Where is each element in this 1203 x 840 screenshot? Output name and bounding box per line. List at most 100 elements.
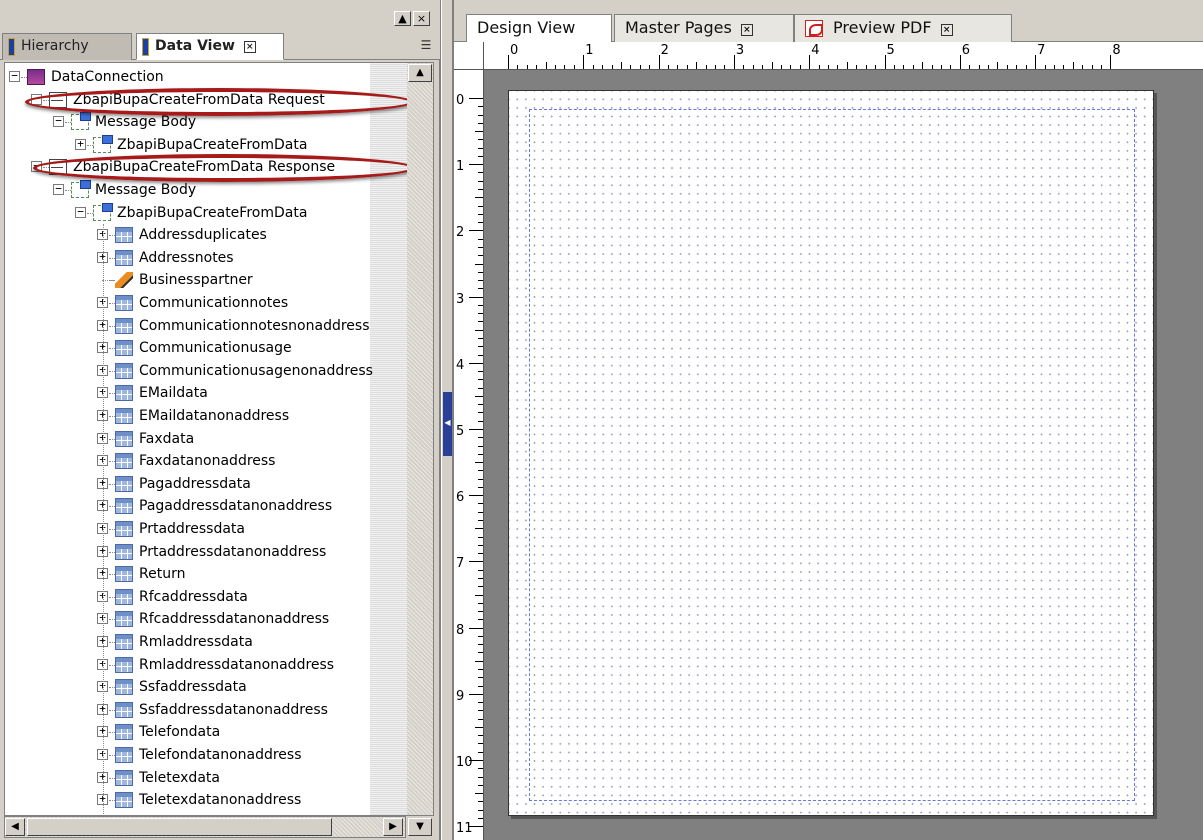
tree-item[interactable]: + Rfcaddressdata [5,586,405,608]
table-icon [115,295,133,311]
table-icon [115,521,133,537]
ruler-v-label: 2 [456,225,465,241]
tree-item[interactable]: + Rmladdressdatanonaddress [5,654,405,676]
scroll-up-button[interactable]: ▲ [408,64,432,82]
tab-master-pages[interactable]: Master Pages × [614,14,794,42]
ruler-h-label: 7 [1037,43,1046,58]
tree-item[interactable]: + Faxdata [5,428,405,450]
tree-item[interactable]: + Ssfaddressdata [5,676,405,698]
tab-master-pages-close-icon[interactable]: × [740,24,753,36]
table-icon [115,249,133,266]
tab-preview-pdf-close-icon[interactable]: × [940,24,953,36]
tree-node-label: EMaildatanonaddress [139,408,290,424]
tree-item[interactable]: + Prtaddressdata [5,518,405,540]
collapse-icon[interactable]: − [53,115,64,128]
tree-node-label: Rfcaddressdata [139,588,248,605]
tree-node-label: Teletexdata [139,769,220,786]
tree-node-label: Rfcaddressdatanonaddress [139,611,330,628]
tab-hierarchy[interactable]: Hierarchy [2,33,132,60]
table-icon [115,385,133,402]
tree-item[interactable]: + Addressduplicates [5,224,405,246]
tree-item[interactable]: + Communicationnotesnonaddress [5,315,405,337]
tree-item[interactable]: + Prtaddressdatanonaddress [5,541,405,563]
tree-item[interactable]: + Return [5,563,405,585]
vertical-ruler: 0 1 2 3 4 5 6 7 8 9 10 11 [454,70,484,840]
data-group-icon [93,202,113,221]
ruler-v-label: 4 [456,357,465,373]
tree-node-label: Telexdata [139,812,206,816]
splitter-collapse-handle[interactable]: ◀ [443,392,452,456]
tree-item[interactable]: + Telefondatanonaddress [5,744,405,766]
scroll-right-button[interactable]: ▶ [383,818,403,836]
tree-node-label: Addressduplicates [139,227,267,244]
ruler-h-label: 5 [886,43,895,58]
tree-vertical-scrollbar[interactable]: ▲ [407,63,433,815]
panel-close-button[interactable]: × [413,11,430,26]
collapse-icon[interactable]: − [75,206,86,218]
horizontal-scroll-thumb[interactable] [27,818,332,836]
tree-item[interactable]: + Rfcaddressdatanonaddress [5,608,405,630]
ruler-v-label: 10 [456,755,473,770]
panel-minimize-button[interactable]: ▲ [394,11,411,26]
tree-item[interactable]: + Teletexdata [5,767,405,789]
table-icon [115,634,133,650]
tree-node-label: EMaildata [139,385,208,402]
tree-node-response-child[interactable]: − ZbapiBupaCreateFromData [5,202,405,224]
table-icon [115,792,133,809]
tree-node-label: Prtaddressdata [139,521,245,537]
expand-icon[interactable]: + [75,138,86,150]
tree-node-label: Rmladdressdatanonaddress [139,656,335,673]
document-tab-strip: Design View Master Pages × Preview PDF × [454,0,1203,42]
ruler-h-label: 1 [585,43,594,58]
tree-node-data-connection[interactable]: − DataConnection [5,66,405,88]
table-icon [115,408,133,424]
page-content-area[interactable] [529,109,1135,801]
tab-data-view[interactable]: Data View × [136,33,284,60]
tree-item[interactable]: + Communicationusagenonaddress [5,360,405,382]
tree-node-label: Ssfaddressdata [139,679,247,696]
tree-item[interactable]: Businesspartner [5,269,405,291]
tree-node-label: Communicationusage [139,340,292,357]
tree-item[interactable]: + Ssfaddressdatanonaddress [5,699,405,721]
table-icon [115,588,133,605]
data-view-panel: ▲ × Hierarchy Data View × ☰ − DataConnect… [0,0,440,840]
tree-horizontal-scrollbar[interactable]: ◀ ▶ [4,816,406,838]
panel-splitter[interactable]: ◀ [441,0,453,840]
tree-item[interactable]: + Pagaddressdatanonaddress [5,495,405,517]
tree-node-request-child[interactable]: + ZbapiBupaCreateFromData [5,134,405,156]
tree-item[interactable]: + EMaildatanonaddress [5,405,405,427]
collapse-icon[interactable]: − [9,70,20,82]
tree-node-response-body[interactable]: − Message Body [5,179,405,201]
tree-node-label: Faxdatanonaddress [139,453,276,470]
tree-item[interactable]: + Pagaddressdata [5,473,405,495]
tree-node-label: Communicationusagenonaddress [139,362,373,379]
tree-node-label: Prtaddressdatanonaddress [139,543,327,560]
tree-item[interactable]: + Addressnotes [5,247,405,269]
tab-data-view-close-icon[interactable]: × [243,41,256,53]
ruler-h-label: 4 [811,43,820,58]
tab-hierarchy-label: Hierarchy [21,38,89,54]
tree-item[interactable]: + Teletexdatanonaddress [5,789,405,811]
table-icon [115,656,133,673]
tree-item[interactable]: + Rmladdressdata [5,631,405,653]
tree-item[interactable]: + Communicationusage [5,337,405,359]
scroll-down-button[interactable]: ▼ [408,818,432,836]
panel-menu-icon[interactable]: ☰ [416,38,436,54]
collapse-arrow-icon: ◀ [444,418,451,427]
table-icon [115,227,133,244]
tree-item[interactable]: + Communicationnotes [5,292,405,314]
design-canvas[interactable]: 0 1 2 3 4 5 6 7 8 0 1 2 3 4 5 6 7 8 9 10 11 [454,42,1203,840]
tree-item[interactable]: +Telexdata [5,812,405,815]
tree-node-label: Rmladdressdata [139,634,253,650]
form-page[interactable] [508,90,1154,816]
tree-item[interactable]: + Faxdatanonaddress [5,450,405,472]
tree-item[interactable]: + EMaildata [5,382,405,404]
tab-preview-pdf[interactable]: Preview PDF × [794,14,1012,42]
tree-item[interactable]: + Telefondata [5,721,405,743]
tab-design-view[interactable]: Design View [466,14,612,42]
tree-node-label: Addressnotes [139,249,234,266]
table-icon [115,566,133,583]
scroll-left-button[interactable]: ◀ [5,818,25,836]
collapse-icon[interactable]: − [53,183,64,195]
tab-marker-icon [8,38,15,56]
